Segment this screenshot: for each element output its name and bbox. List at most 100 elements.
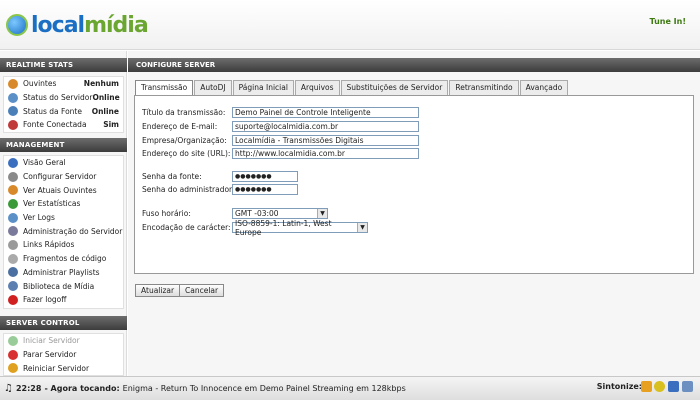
server-status-icon xyxy=(8,92,18,103)
tab-4[interactable]: Arquivos xyxy=(294,80,340,95)
sidebar-item-configure-server[interactable]: Configurar Servidor xyxy=(4,170,123,184)
listeners-icon xyxy=(8,78,18,89)
sidebar-item-server-admin[interactable]: Administração do Servidor xyxy=(4,224,123,238)
source-password-field[interactable]: ●●●●●●● xyxy=(232,171,298,182)
tab-7[interactable]: Avançado xyxy=(519,80,569,95)
admin-password-field[interactable]: ●●●●●●● xyxy=(232,184,298,195)
cancel-button[interactable]: Cancelar xyxy=(179,284,225,297)
tab-3[interactable]: Página Inicial xyxy=(232,80,294,95)
source-status-icon xyxy=(8,106,18,117)
sidebar-item-label: Iniciar Servidor xyxy=(23,336,80,346)
sidebar-item-source-status: Status da Fonte Online xyxy=(4,104,123,118)
chevron-down-icon[interactable]: ▼ xyxy=(357,223,367,232)
sidebar-item-label: Configurar Servidor xyxy=(23,172,97,182)
tab-1[interactable]: Transmissão xyxy=(135,80,194,96)
sidebar-item-playlists[interactable]: Administrar Playlists xyxy=(4,266,123,280)
title-field[interactable]: Demo Painel de Controle Inteligente xyxy=(232,107,419,118)
logoff-icon xyxy=(8,294,18,305)
stat-value: Nenhum xyxy=(83,79,119,89)
sidebar-item-label: Fonte Conectada xyxy=(23,120,87,130)
sidebar-item-logoff[interactable]: Fazer logoff xyxy=(4,293,123,307)
windows-media-icon[interactable] xyxy=(668,381,679,392)
stop-server-icon xyxy=(8,349,18,360)
sidebar-item-label: Visão Geral xyxy=(23,158,66,168)
timezone-label: Fuso horário: xyxy=(142,209,191,218)
company-label: Empresa/Organização: xyxy=(142,136,227,145)
sidebar-item-label: Status da Fonte xyxy=(23,106,82,116)
start-server-icon xyxy=(8,335,18,346)
winamp-icon[interactable] xyxy=(641,381,652,392)
logo: local mídia xyxy=(6,8,149,42)
timezone-select[interactable]: GMT -03:00 ▼ xyxy=(232,208,328,219)
encoding-label: Encodação de carácter: xyxy=(142,223,231,232)
music-note-icon: ♫ xyxy=(4,383,13,394)
overview-icon xyxy=(8,157,18,168)
server-admin-icon xyxy=(8,226,18,237)
update-button[interactable]: Atualizar xyxy=(135,284,181,297)
now-playing-label: - Agora tocando: xyxy=(44,384,120,393)
sidebar-item-label: Administração do Servidor xyxy=(23,226,123,236)
tab-2[interactable]: AutoDJ xyxy=(194,80,232,95)
company-field[interactable]: Localmídia - Transmissões Digitais xyxy=(232,135,419,146)
email-label: Endereço de E-mail: xyxy=(142,122,218,131)
media-library-icon xyxy=(8,281,18,292)
sidebar-item-label: Biblioteca de Mídia xyxy=(23,281,95,291)
now-playing-track: Enigma - Return To Innocence em Demo Pai… xyxy=(122,384,406,393)
sidebar-item-statistics[interactable]: Ver Estatísticas xyxy=(4,197,123,211)
sidebar-item-label: Reiniciar Servidor xyxy=(23,363,90,373)
site-url-field[interactable]: http://www.localmidia.com.br xyxy=(232,148,419,159)
chevron-down-icon[interactable]: ▼ xyxy=(317,209,327,218)
sidebar-item-label: Status do Servidor xyxy=(23,93,93,103)
sidebar-item-label: Ouvintes xyxy=(23,79,57,89)
sidebar-item-label: Parar Servidor xyxy=(23,350,77,360)
sidebar-item-label: Ver Logs xyxy=(23,213,55,223)
management-heading: MANAGEMENT xyxy=(0,138,127,152)
configure-server-icon xyxy=(8,171,18,182)
sidebar-item-source-connected: Fonte Conectada Sim xyxy=(4,118,123,132)
quick-links-icon xyxy=(8,239,18,250)
timezone-value: GMT -03:00 xyxy=(235,209,279,218)
sidebar-item-label: Fragmentos de código xyxy=(23,254,107,264)
sidebar-item-stop-server[interactable]: Parar Servidor xyxy=(4,348,123,362)
logo-text-local: local xyxy=(31,12,85,38)
server-control-list: Iniciar Servidor Parar Servidor Reiniciar … xyxy=(3,333,124,376)
tune-label: Sintonize: xyxy=(596,382,642,391)
tab-6[interactable]: Retransmitindo xyxy=(449,80,519,95)
sidebar-item-label: Fazer logoff xyxy=(23,295,67,305)
sidebar-item-quick-links[interactable]: Links Rápidos xyxy=(4,238,123,252)
server-control-heading: SERVER CONTROL xyxy=(0,316,127,330)
now-playing-bar: ♫ 22:28 - Agora tocando: Enigma - Return… xyxy=(0,376,700,400)
tune-in-link[interactable]: Tune In! xyxy=(650,17,687,26)
sidebar-item-logs[interactable]: Ver Logs xyxy=(4,211,123,225)
sidebar-item-code-snippets[interactable]: Fragmentos de código xyxy=(4,252,123,266)
title-label: Título da transmissão: xyxy=(142,108,226,117)
encoding-select[interactable]: ISO-8859-1: Latin-1, West Europe ▼ xyxy=(232,219,368,237)
sidebar-item-server-status: Status do Servidor Online xyxy=(4,91,123,105)
sidebar-item-label: Administrar Playlists xyxy=(23,267,100,277)
quicktime-icon[interactable] xyxy=(682,381,693,392)
tab-bar: Transmissão AutoDJ Página Inicial Arquivos S… xyxy=(135,80,569,96)
logs-icon xyxy=(8,212,18,223)
sidebar-item-media-library[interactable]: Biblioteca de Mídia xyxy=(4,279,123,293)
site-label: Endereço do site (URL): xyxy=(142,149,231,158)
management-list: Visão Geral Configurar Servidor Ver Atuais… xyxy=(3,155,124,309)
logo-text-midia: mídia xyxy=(84,12,149,38)
code-snippets-icon xyxy=(8,253,18,264)
encoding-value: ISO-8859-1: Latin-1, West Europe xyxy=(235,218,332,237)
configure-server-heading: CONFIGURE SERVER xyxy=(128,58,700,72)
realplayer-icon[interactable] xyxy=(654,381,665,392)
sidebar-item-restart-server[interactable]: Reiniciar Servidor xyxy=(4,361,123,375)
restart-server-icon xyxy=(8,363,18,374)
current-listeners-icon xyxy=(8,185,18,196)
tab-5[interactable]: Substituições de Servidor xyxy=(340,80,449,95)
sidebar-item-current-listeners[interactable]: Ver Atuais Ouvintes xyxy=(4,183,123,197)
sidebar-item-label: Ver Atuais Ouvintes xyxy=(23,185,97,195)
email-field[interactable]: suporte@localmidia.com.br xyxy=(232,121,419,132)
source-password-label: Senha da fonte: xyxy=(142,172,202,181)
sidebar-item-overview[interactable]: Visão Geral xyxy=(4,156,123,170)
logo-icon xyxy=(6,14,28,36)
sidebar-item-start-server[interactable]: Iniciar Servidor xyxy=(4,334,123,348)
realtime-stats-heading: REALTIME STATS xyxy=(0,58,127,72)
sidebar-item-label: Links Rápidos xyxy=(23,240,75,250)
sidebar-item-label: Ver Estatísticas xyxy=(23,199,81,209)
